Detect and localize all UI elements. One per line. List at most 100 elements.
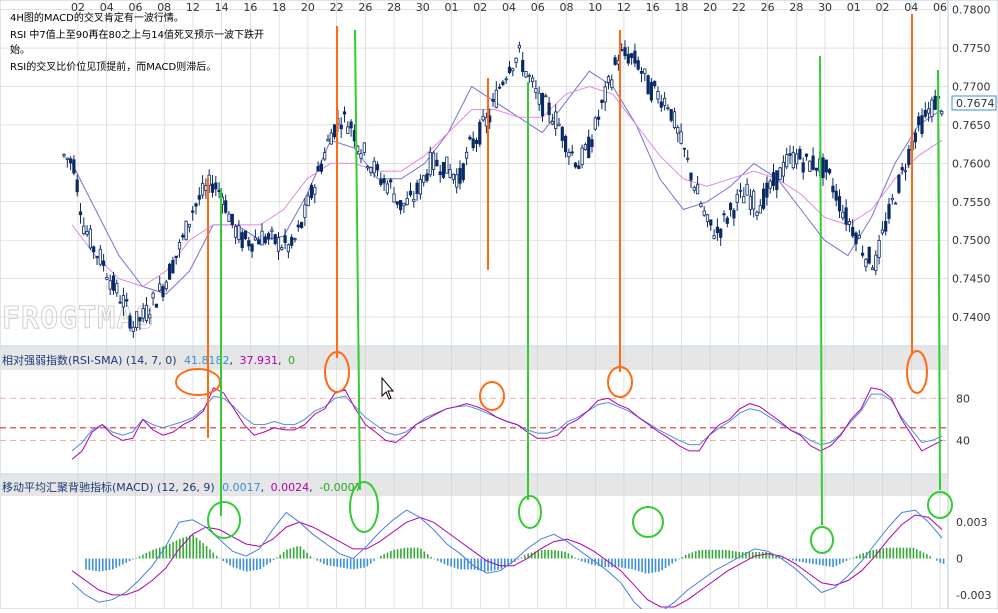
candle-body	[507, 66, 512, 73]
candle-body	[313, 186, 317, 195]
candle-body	[82, 225, 86, 235]
candle-body	[564, 136, 568, 153]
candle-body	[339, 124, 343, 130]
candle-body	[659, 101, 663, 108]
candle-body	[184, 220, 188, 241]
candle-body	[831, 185, 835, 193]
candle-body	[785, 154, 789, 168]
macd-legend: 移动平均汇聚背驰指标(MACD) (12, 26, 9) 0.0017, 0.0…	[2, 480, 362, 494]
candle-body	[870, 267, 875, 270]
candle-body	[623, 47, 627, 57]
candle-body	[365, 166, 370, 169]
candle-body	[204, 185, 208, 191]
candle-body	[583, 144, 588, 150]
candle-body	[210, 183, 215, 193]
candle-body	[725, 217, 729, 224]
x-tick-label: 14	[215, 1, 229, 14]
candle-body	[804, 153, 809, 157]
candle-body	[851, 227, 855, 237]
macd-tick-label: 0	[956, 553, 963, 566]
candle-body	[742, 196, 746, 204]
x-tick-label: 18	[272, 1, 286, 14]
candle-body	[715, 226, 720, 234]
macd-tick-label: -0.003	[956, 589, 991, 602]
candle-body	[250, 243, 254, 252]
candle-body	[362, 142, 366, 153]
candle-body	[537, 92, 541, 105]
rsi-legend: 相对强弱指数(RSI-SMA) (14, 7, 0) 41.8182, 37.9…	[2, 353, 295, 367]
candle-body	[821, 157, 825, 179]
candle-body	[243, 230, 248, 240]
candle-body	[98, 248, 102, 265]
candle-body	[134, 311, 139, 329]
candle-body	[111, 275, 116, 291]
candle-body	[577, 165, 581, 170]
candle-body	[329, 132, 333, 145]
candle-body	[775, 170, 779, 190]
candle-body	[557, 123, 561, 127]
candle-body	[405, 198, 409, 206]
candle-body	[478, 121, 482, 145]
candle-body	[418, 179, 423, 195]
candle-body	[412, 198, 416, 202]
x-tick-label: 12	[186, 1, 200, 14]
candle-body	[227, 213, 231, 222]
candle-body	[712, 235, 716, 239]
candle-body	[771, 172, 776, 186]
candle-body	[907, 148, 911, 166]
candle-body	[854, 232, 858, 245]
price-tick-label: 0.7650	[952, 119, 991, 132]
candle-body	[550, 120, 555, 125]
candle-body	[517, 44, 522, 49]
candle-body	[359, 153, 363, 159]
macd-value-1: 0.0017	[222, 481, 261, 494]
candle-body	[451, 173, 456, 180]
candle-body	[593, 117, 597, 130]
candle-body	[260, 230, 264, 246]
x-tick-label: 18	[674, 1, 688, 14]
candle-body	[732, 210, 736, 219]
candle-body	[844, 207, 848, 225]
candle-body	[745, 183, 749, 196]
macd-separator-1: ,	[261, 481, 265, 494]
candle-body	[161, 286, 165, 298]
candle-body	[290, 236, 294, 246]
x-tick-label: 01	[847, 1, 861, 14]
candle-body	[177, 242, 182, 250]
candle-body	[531, 77, 535, 83]
candle-body	[590, 139, 594, 148]
candle-body	[230, 213, 234, 225]
candle-body	[316, 165, 320, 172]
candle-body	[303, 204, 307, 218]
rsi-tick-label: 40	[956, 434, 970, 447]
candle-body	[438, 171, 442, 176]
candle-body	[824, 159, 828, 173]
candle-body	[286, 244, 291, 253]
candle-body	[933, 95, 937, 110]
candle-body	[458, 168, 462, 184]
candle-body	[666, 107, 670, 110]
candle-body	[653, 80, 657, 87]
macd-value-2: 0.0024	[271, 481, 310, 494]
candle-body	[521, 60, 525, 73]
x-tick-label: 20	[301, 1, 315, 14]
candle-body	[587, 136, 591, 159]
candle-body	[940, 111, 944, 115]
candle-body	[540, 93, 545, 117]
candle-body	[795, 153, 799, 165]
candle-body	[85, 231, 89, 235]
x-tick-label: 06	[933, 1, 947, 14]
candle-body	[497, 86, 502, 89]
candle-body	[293, 238, 297, 241]
candle-body	[253, 237, 257, 241]
candle-body	[778, 167, 782, 180]
candle-body	[903, 170, 908, 173]
candle-body	[187, 223, 191, 228]
candle-body	[75, 179, 79, 193]
macd-separator-2: ,	[309, 481, 313, 494]
rsi-value-2: 37.931	[239, 354, 278, 367]
candle-body	[758, 205, 762, 214]
candle-body	[237, 225, 241, 241]
candle-body	[181, 234, 185, 238]
candle-body	[679, 131, 683, 144]
